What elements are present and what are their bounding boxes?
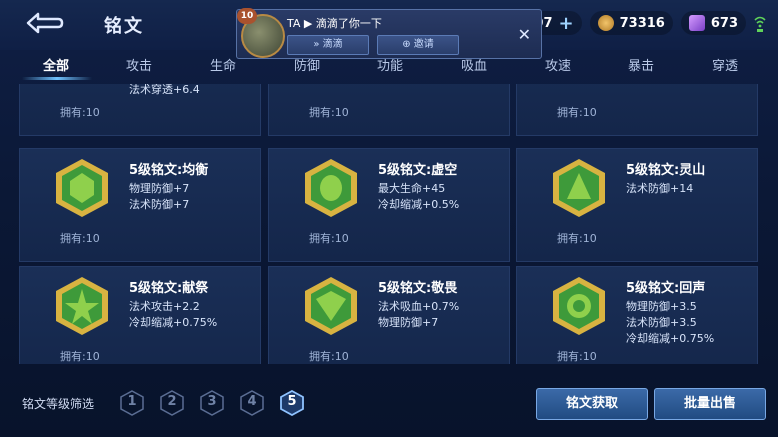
card-stat: 物理防御+7 — [129, 182, 190, 195]
inscription-gem-icon — [56, 277, 108, 335]
inscription-card[interactable]: 5级铭文:敬畏 法术吸血+0.7% 物理防御+7 拥有:10 — [268, 266, 510, 364]
didi-button[interactable]: » 滴滴 — [287, 35, 369, 55]
card-stat: 法术防御+14 — [626, 182, 694, 195]
card-owned: 拥有:10 — [60, 106, 100, 119]
card-owned: 拥有:10 — [60, 350, 100, 363]
bulk-sell-button[interactable]: 批量出售 — [654, 388, 766, 420]
level-badge: 10 — [237, 8, 257, 24]
card-stat: 冷却缩减+0.5% — [378, 198, 460, 211]
inscription-grid: 法术穿透+6.4 拥有:10 拥有:10 拥有:10 5级铭文:均衡 物理防御+… — [0, 84, 778, 364]
card-stat: 法术穿透+6.4 — [129, 84, 200, 96]
back-arrow-icon — [26, 12, 64, 34]
gem-icon — [688, 15, 705, 31]
gold-amount: 73316 — [619, 15, 665, 31]
inscription-card[interactable]: 5级铭文:灵山 法术防御+14 拥有:10 — [516, 148, 758, 262]
level-number: 2 — [167, 394, 177, 409]
inscription-gem-icon — [305, 277, 357, 335]
inscription-card-partial[interactable]: 拥有:10 — [516, 84, 758, 136]
card-stat: 冷却缩减+0.75% — [129, 316, 218, 329]
card-stat: 冷却缩减+0.75% — [626, 332, 715, 345]
notification-popup: 10 TA ▶ 滴滴了你一下 » 滴滴 ⊕ 邀请 ✕ — [236, 8, 542, 59]
get-inscription-button[interactable]: 铭文获取 — [536, 388, 648, 420]
card-stat: 最大生命+45 — [378, 182, 446, 195]
card-title: 5级铭文:虚空 — [378, 163, 458, 178]
level-number: 5 — [287, 394, 297, 409]
inscription-card[interactable]: 5级铭文:回声 物理防御+3.5 法术防御+3.5 冷却缩减+0.75% 拥有:… — [516, 266, 758, 364]
card-title: 5级铭文:回声 — [626, 281, 706, 296]
gem-amount: 673 — [710, 15, 738, 31]
tab-crit[interactable]: 暴击 — [628, 55, 654, 74]
tab-penetration[interactable]: 穿透 — [712, 55, 738, 74]
inscription-card-partial[interactable]: 拥有:10 — [268, 84, 510, 136]
card-owned: 拥有:10 — [60, 232, 100, 245]
inscription-gem-icon — [305, 159, 357, 217]
card-owned: 拥有:10 — [557, 232, 597, 245]
gold-coin-icon — [597, 15, 614, 31]
inscription-card-partial[interactable]: 法术穿透+6.4 拥有:10 — [19, 84, 261, 136]
inscription-card[interactable]: 5级铭文:献祭 法术攻击+2.2 冷却缩减+0.75% 拥有:10 — [19, 266, 261, 364]
card-title: 5级铭文:灵山 — [626, 163, 706, 178]
card-stat: 法术防御+7 — [129, 198, 190, 211]
close-button[interactable]: ✕ — [518, 25, 531, 44]
card-owned: 拥有:10 — [557, 106, 597, 119]
inscription-gem-icon — [56, 159, 108, 217]
tab-attack[interactable]: 攻击 — [126, 55, 152, 74]
level-filter-3[interactable]: 3 — [200, 390, 224, 416]
add-user-icon: ⊕ — [402, 39, 411, 50]
invite-button[interactable]: ⊕ 邀请 — [377, 35, 459, 55]
active-tab-indicator — [22, 77, 92, 80]
gold-counter: 73316 — [589, 11, 673, 35]
wifi-icon — [754, 16, 766, 32]
didi-label: 滴滴 — [322, 39, 343, 50]
card-owned: 拥有:10 — [309, 350, 349, 363]
tab-health[interactable]: 生命 — [210, 55, 236, 74]
invite-label: 邀请 — [413, 39, 434, 50]
card-stat: 法术攻击+2.2 — [129, 300, 200, 313]
inscription-card[interactable]: 5级铭文:均衡 物理防御+7 法术防御+7 拥有:10 — [19, 148, 261, 262]
tab-attack-speed[interactable]: 攻速 — [545, 55, 571, 74]
inscription-gem-icon — [553, 277, 605, 335]
inscription-gem-icon — [553, 159, 605, 217]
fast-forward-icon: » — [313, 39, 320, 50]
close-icon: ✕ — [517, 25, 531, 44]
card-stat: 物理防御+3.5 — [626, 300, 697, 313]
level-filter-label: 铭文等级筛选 — [22, 397, 95, 411]
card-stat: 物理防御+7 — [378, 316, 439, 329]
back-button[interactable] — [24, 10, 64, 36]
level-number: 1 — [127, 394, 137, 409]
card-owned: 拥有:10 — [309, 232, 349, 245]
inscription-card[interactable]: 5级铭文:虚空 最大生命+45 冷却缩减+0.5% 拥有:10 — [268, 148, 510, 262]
level-filter-1[interactable]: 1 — [120, 390, 144, 416]
level-filter-4[interactable]: 4 — [240, 390, 264, 416]
add-coupon-button[interactable]: + — [559, 13, 574, 34]
card-stat: 法术防御+3.5 — [626, 316, 697, 329]
card-title: 5级铭文:敬畏 — [378, 281, 458, 296]
level-filter-2[interactable]: 2 — [160, 390, 184, 416]
level-filter-5[interactable]: 5 — [280, 390, 304, 416]
card-stat: 法术吸血+0.7% — [378, 300, 460, 313]
footer-bar: 铭文等级筛选 1 2 3 4 5 铭文获取 批量出售 — [0, 380, 778, 437]
card-title: 5级铭文:均衡 — [129, 163, 209, 178]
notification-message: TA ▶ 滴滴了你一下 — [287, 17, 382, 30]
gem-counter: 673 — [680, 11, 746, 35]
level-number: 4 — [247, 394, 257, 409]
card-title: 5级铭文:献祭 — [129, 281, 209, 296]
tab-all[interactable]: 全部 — [43, 55, 69, 74]
page-title: 铭文 — [104, 16, 144, 37]
card-owned: 拥有:10 — [557, 350, 597, 363]
level-number: 3 — [207, 394, 217, 409]
card-owned: 拥有:10 — [309, 106, 349, 119]
